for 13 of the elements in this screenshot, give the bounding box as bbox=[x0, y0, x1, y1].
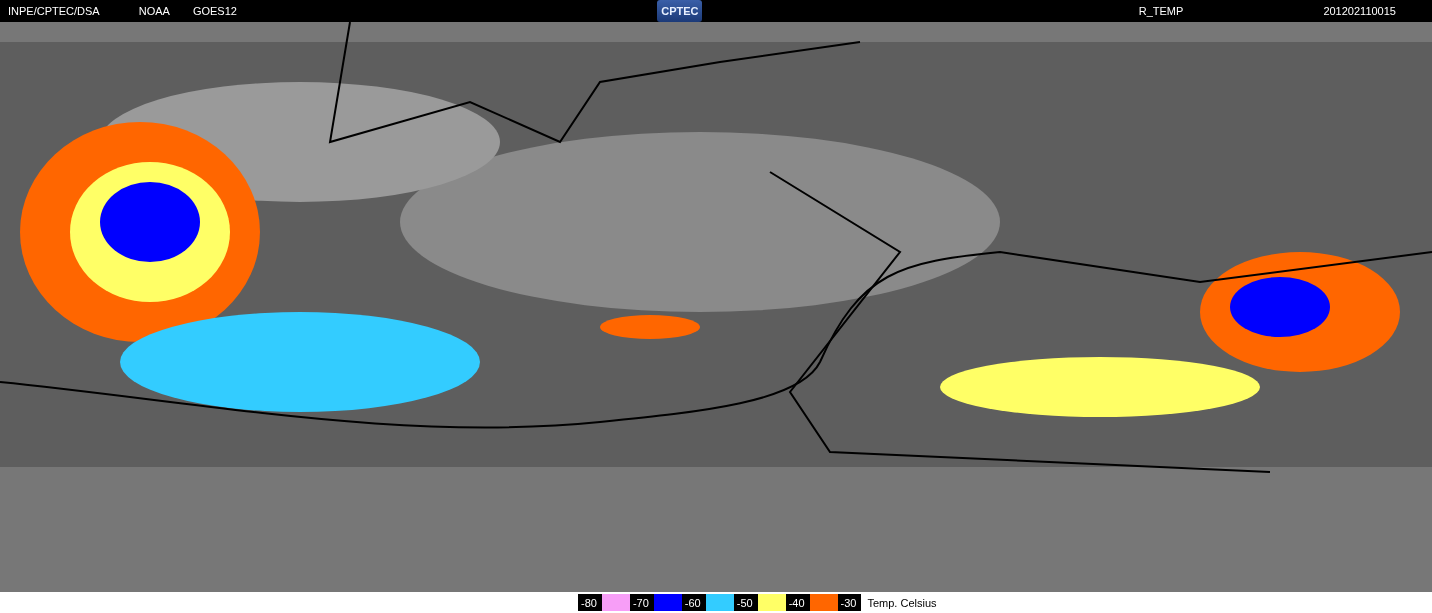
legend-value: -50 bbox=[733, 594, 758, 611]
satellite-label: GOES12 bbox=[192, 5, 237, 17]
timestamp: 201202110015 bbox=[1323, 5, 1396, 17]
legend-unit: Temp. Celsius bbox=[867, 596, 937, 609]
legend-value: -30 bbox=[837, 594, 862, 611]
product-label: R_TEMP bbox=[1138, 5, 1184, 17]
logo: CPTEC bbox=[657, 0, 703, 22]
legend-value: -80 bbox=[578, 594, 602, 611]
source-label: INPE/CPTEC/DSA bbox=[8, 5, 100, 17]
legend-value: -60 bbox=[681, 594, 706, 611]
legend-value: -70 bbox=[629, 594, 654, 611]
legend-value: -40 bbox=[785, 594, 810, 611]
agency-label: NOAA bbox=[138, 5, 170, 17]
